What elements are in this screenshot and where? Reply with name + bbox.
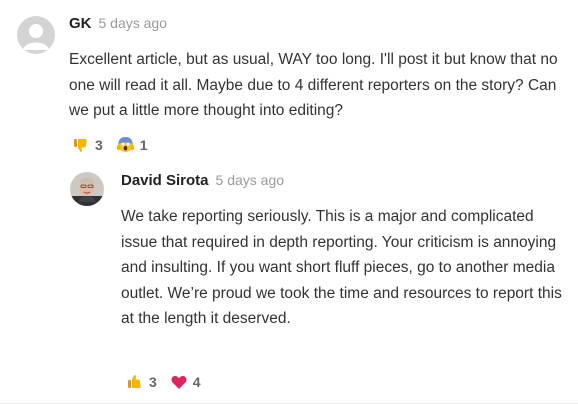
reaction-thumbs-up[interactable]: 3 — [127, 374, 157, 390]
screaming-face-icon — [116, 137, 134, 152]
thumbs-up-icon — [128, 375, 141, 388]
avatar[interactable] — [70, 172, 104, 206]
reaction-count: 3 — [149, 374, 157, 390]
author-name[interactable]: David Sirota — [121, 172, 209, 189]
author-photo — [70, 172, 104, 206]
default-user-icon — [23, 24, 49, 50]
comment-body: We take reporting seriously. This is a m… — [121, 208, 562, 327]
reaction-bar: 3 1 — [73, 136, 148, 153]
reaction-bar: 3 4 — [127, 374, 201, 390]
author-name[interactable]: GK — [69, 15, 92, 32]
reaction-screaming-face[interactable]: 1 — [116, 136, 148, 153]
timestamp[interactable]: 5 days ago — [216, 172, 285, 188]
reaction-heart[interactable]: 4 — [171, 374, 201, 390]
reaction-thumbs-down[interactable]: 3 — [73, 137, 103, 153]
avatar[interactable] — [17, 16, 55, 54]
thumbs-down-icon — [74, 138, 87, 152]
reaction-count: 4 — [192, 374, 201, 390]
comment-header: GK 5 days ago — [69, 15, 167, 32]
reaction-count: 3 — [95, 136, 103, 153]
comment-header: David Sirota 5 days ago — [121, 172, 284, 189]
heart-icon — [171, 375, 187, 389]
comment-body: Excellent article, but as usual, WAY too… — [69, 51, 558, 119]
reaction-count: 1 — [139, 136, 148, 153]
timestamp[interactable]: 5 days ago — [99, 15, 168, 31]
